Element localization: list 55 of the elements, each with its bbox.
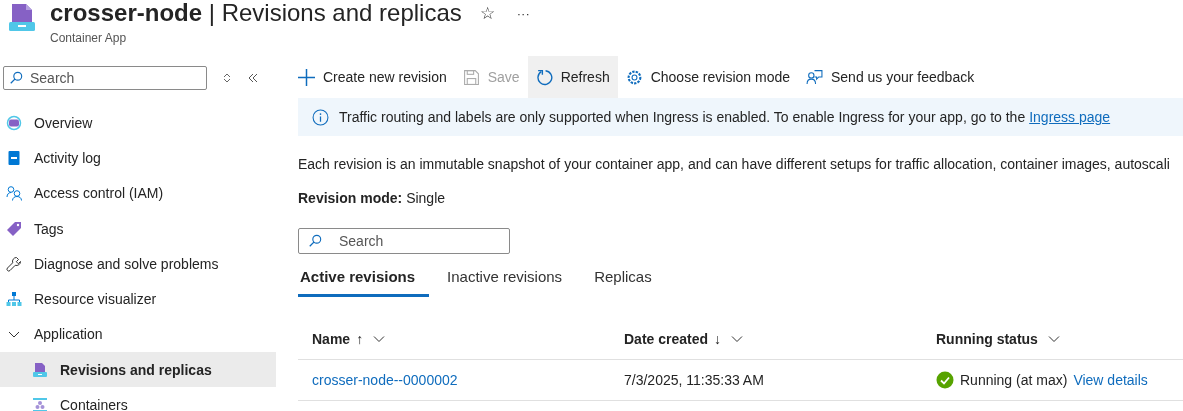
sidebar-item[interactable]: Activity log (0, 140, 276, 176)
search-icon (308, 234, 322, 248)
details-link[interactable]: View details (1073, 372, 1148, 388)
banner-text: Traffic routing and labels are only supported when Ingress is enabled. To enable Ingress for your app, go to the (339, 109, 1026, 125)
sort-arrow: ↓ (714, 331, 722, 347)
tab[interactable]: Inactive revisions (433, 260, 577, 297)
sidebar-item[interactable]: Overview (0, 105, 276, 141)
gear-icon (625, 68, 643, 86)
column-header[interactable]: Running status (936, 331, 1038, 347)
page-subtitle: Container App (50, 31, 128, 45)
plus-icon (298, 68, 315, 86)
tab[interactable]: Replicas (580, 260, 666, 297)
toolbar-button[interactable]: Choose revision mode (617, 56, 798, 98)
toolbar-button[interactable]: Refresh (527, 56, 618, 98)
refresh-icon (535, 68, 553, 86)
sidebar-item[interactable]: Resource visualizer (0, 281, 276, 317)
tag-icon (6, 220, 22, 237)
sort-toggle-icon[interactable] (221, 72, 233, 84)
description-text: Each revision is an immutable snapshot of your container app, and can have different setups for traffic allocation, container images, autoscali (298, 156, 1171, 172)
people-icon (6, 185, 22, 202)
info-icon (312, 108, 329, 126)
sort-arrow: ↑ (356, 331, 364, 347)
sidebar-item[interactable]: Containers (0, 387, 276, 411)
search-field[interactable]: Search (298, 228, 510, 254)
column-header[interactable]: Name (312, 331, 351, 347)
favorite-button[interactable]: ☆ (475, 2, 499, 24)
search-field[interactable]: Search (3, 66, 207, 90)
sidebar-item[interactable]: Tags (0, 210, 276, 247)
more-button[interactable]: ··· (512, 5, 534, 21)
ingress-link[interactable]: Ingress page (1029, 109, 1111, 125)
status-text: Running (at max) (960, 372, 1068, 388)
sidebar-item[interactable]: Revisions and replicas (0, 352, 276, 388)
feedback-icon (806, 68, 823, 86)
sidebar-item[interactable]: Access control (IAM) (0, 175, 276, 211)
collapse-icon[interactable] (247, 72, 259, 84)
chevron-icon[interactable] (731, 333, 744, 345)
overview-icon (6, 114, 22, 131)
page-title: crosser-node | Revisions and replicas (50, 0, 462, 26)
wrench-icon (6, 255, 22, 272)
toolbar-button[interactable]: Send us your feedback (798, 56, 983, 98)
search-icon (9, 71, 23, 85)
column-header[interactable]: Date created (624, 331, 709, 347)
toolbar-button[interactable]: Create new revision (290, 56, 455, 98)
revision-mode-text: Revision mode: Single (298, 190, 447, 206)
sidebar-item[interactable]: Application (0, 316, 276, 353)
log-icon (6, 149, 22, 166)
container-app-icon (32, 361, 48, 378)
chevron-icon[interactable] (373, 333, 386, 345)
tab[interactable]: Active revisions (298, 260, 430, 297)
sidebar-item[interactable]: Diagnose and solve problems (0, 246, 276, 282)
revision-link[interactable]: crosser-node--0000002 (312, 372, 458, 388)
table-cell: 7/3/2025, 11:35:33 AM (624, 372, 764, 388)
hierarchy-icon (6, 291, 22, 308)
containers-icon (32, 397, 48, 411)
chevron-icon[interactable] (1047, 333, 1060, 345)
